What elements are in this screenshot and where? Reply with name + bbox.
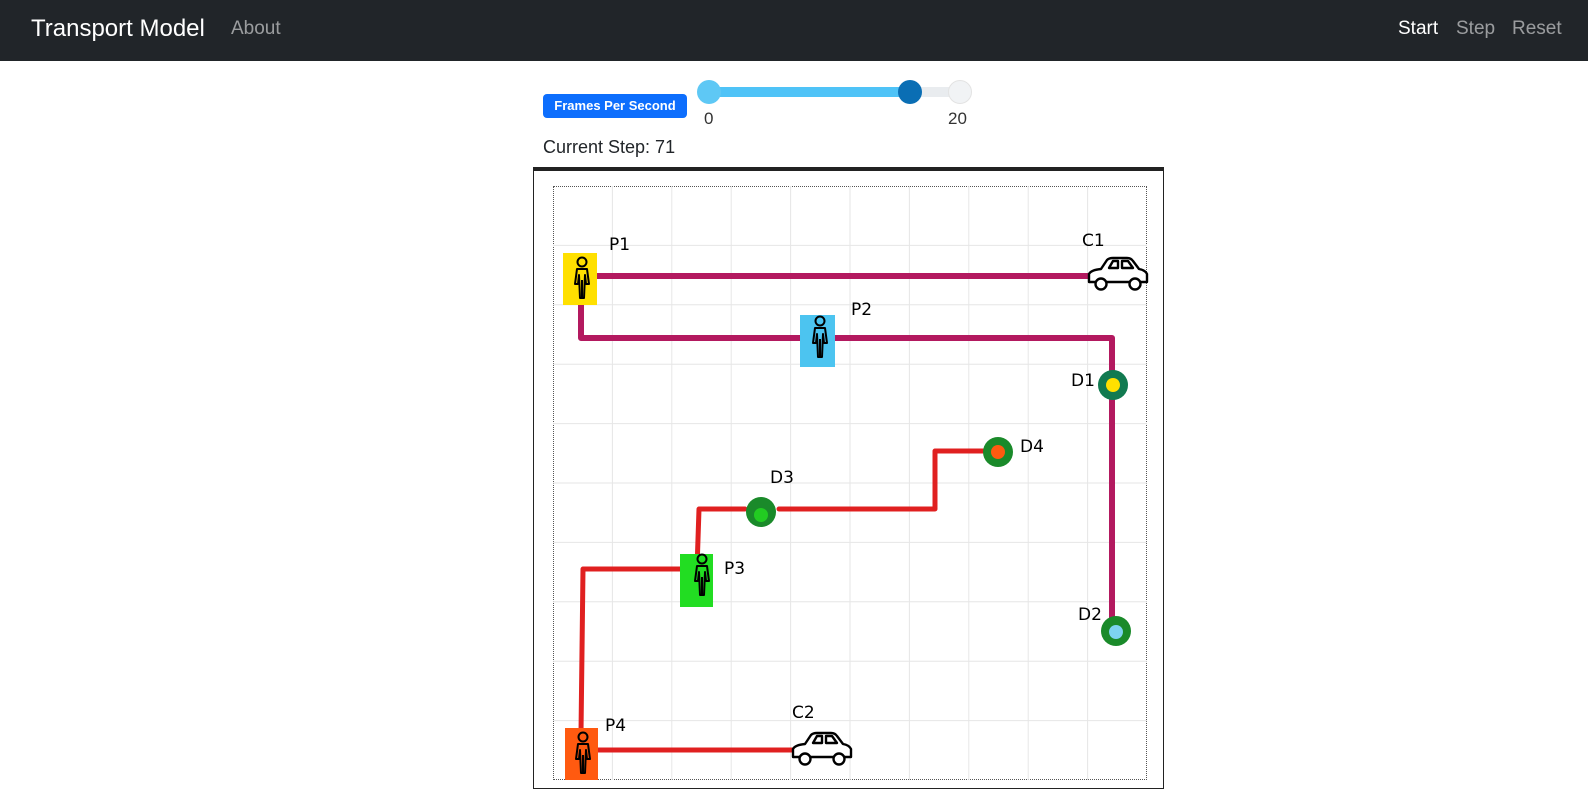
fps-badge: Frames Per Second xyxy=(543,94,687,118)
reset-button[interactable]: Reset xyxy=(1512,18,1562,40)
fps-slider-handle[interactable] xyxy=(897,80,922,104)
navbar-brand[interactable]: Transport Model xyxy=(31,15,205,43)
fps-slider-fill xyxy=(709,87,910,97)
step-button[interactable]: Step xyxy=(1456,18,1495,40)
nav-about-link[interactable]: About xyxy=(231,18,281,40)
current-step-text: Current Step: 71 xyxy=(543,137,676,157)
start-button[interactable]: Start xyxy=(1398,18,1438,40)
top-navbar: Transport Model About Start Step Reset xyxy=(0,0,1588,61)
fps-slider-min-handle[interactable] xyxy=(697,80,721,104)
slider-min-label: 0 xyxy=(704,109,714,128)
slider-max-label: 20 xyxy=(948,109,967,128)
fps-slider-max-handle[interactable] xyxy=(948,80,972,104)
fps-slider[interactable] xyxy=(697,80,972,104)
grid-boundary xyxy=(553,186,1147,780)
